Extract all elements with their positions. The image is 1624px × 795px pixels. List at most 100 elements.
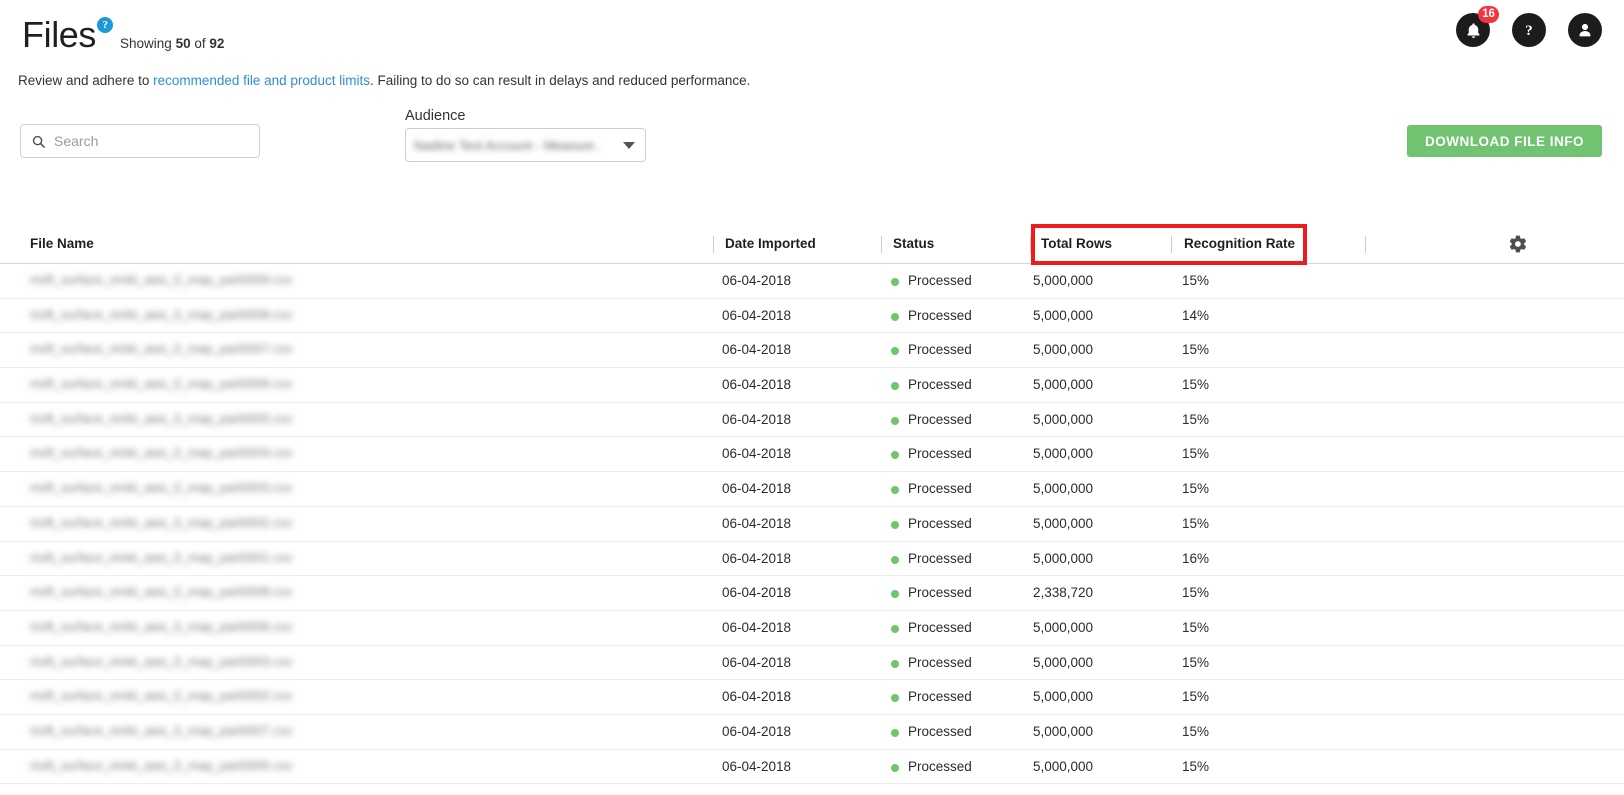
cell-date-imported: 06-04-2018 (722, 273, 792, 288)
table-row[interactable]: msft_surface_mnkt_aws_0_map_part0009.csv… (0, 264, 1624, 299)
showing-middle: of (194, 36, 206, 51)
cell-status: Processed (908, 758, 972, 774)
cell-date-imported: 06-04-2018 (722, 377, 792, 393)
cell-date-imported: 06-04-2018 (722, 411, 792, 427)
cell-recognition-rate: 16% (1182, 550, 1210, 566)
cell-status: Processed (908, 550, 972, 566)
cell-total-rows: 5,000,000 (1033, 273, 1094, 288)
table-row[interactable]: msft_surface_mnkt_aws_0_map_part0002.csv… (0, 507, 1624, 542)
header-icon-group: 16 ? (1456, 6, 1602, 47)
cell-file-name: msft_surface_mnkt_aws_0_map_part0008.csv (30, 585, 293, 600)
status-dot-icon (891, 382, 899, 391)
cell-total-rows: 5,000,000 (1033, 307, 1094, 323)
status-dot-icon (891, 728, 899, 737)
table-row[interactable]: msft_surface_mnkt_aws_0_map_part0004.csv… (0, 437, 1624, 473)
account-button[interactable] (1568, 13, 1602, 47)
cell-file-name: msft_surface_mnkt_aws_0_map_part0002.csv (30, 515, 293, 530)
cell-date-imported: 06-04-2018 (722, 654, 792, 670)
title-help-icon[interactable]: ? (97, 17, 114, 33)
status-dot-icon (891, 416, 899, 425)
table-row[interactable]: msft_surface_mnkt_aws_0_map_part0001.csv… (0, 542, 1624, 577)
cell-recognition-rate: 15% (1182, 585, 1210, 601)
cell-status: Processed (908, 619, 972, 635)
page-header: Files ? Showing 50 of 92 (22, 16, 224, 54)
table-row[interactable]: msft_surface_mnkt_aws_0_map_part0006.csv… (0, 611, 1624, 646)
cell-status: Processed (908, 723, 972, 739)
table-row[interactable]: msft_surface_mnkt_aws_0_map_part0008.csv… (0, 299, 1624, 334)
cell-file-name: msft_surface_mnkt_aws_0_map_part0009.csv (30, 273, 293, 287)
cell-file-name: msft_surface_mnkt_aws_0_map_part0002.csv (30, 689, 293, 704)
cell-date-imported: 06-04-2018 (722, 585, 792, 601)
cell-file-name: msft_surface_mnkt_aws_0_map_part0005.csv (30, 411, 293, 426)
cell-total-rows: 5,000,000 (1033, 758, 1094, 774)
column-divider[interactable] (1365, 236, 1366, 253)
table-row[interactable]: msft_surface_mnkt_aws_0_map_part0005.csv… (0, 403, 1624, 438)
table-row[interactable]: msft_surface_mnkt_aws_0_map_part0003.csv… (0, 646, 1624, 681)
cell-date-imported: 06-04-2018 (722, 723, 792, 739)
column-divider[interactable] (881, 236, 882, 253)
download-file-info-button[interactable]: DOWNLOAD FILE INFO (1407, 125, 1602, 157)
column-header-file-name[interactable]: File Name (30, 236, 94, 251)
column-header-date-imported[interactable]: Date Imported (725, 236, 816, 251)
showing-prefix: Showing (120, 36, 172, 51)
cell-status: Processed (908, 481, 972, 497)
column-divider[interactable] (713, 236, 714, 253)
column-header-recognition-rate[interactable]: Recognition Rate (1184, 236, 1295, 251)
table-row[interactable]: msft_surface_mnkt_aws_0_map_part0008.csv… (0, 576, 1624, 611)
cell-total-rows: 5,000,000 (1033, 515, 1094, 531)
cell-date-imported: 06-04-2018 (722, 342, 792, 358)
cell-status: Processed (908, 585, 972, 601)
table-settings-gear-button[interactable] (1508, 234, 1528, 259)
search-placeholder: Search (54, 133, 99, 149)
column-header-total-rows[interactable]: Total Rows (1041, 236, 1112, 251)
table-row[interactable]: msft_surface_mnkt_aws_0_map_part0006.csv… (0, 368, 1624, 403)
cell-date-imported: 06-04-2018 (722, 446, 792, 462)
cell-file-name: msft_surface_mnkt_aws_0_map_part0006.csv (30, 377, 293, 392)
cell-file-name: msft_surface_mnkt_aws_0_map_part0007.csv (30, 723, 293, 738)
audience-selected-value: Nadine Test Account - Measure . (414, 137, 602, 153)
table-row[interactable]: msft_surface_mnkt_aws_0_map_part0003.csv… (0, 472, 1624, 507)
cell-total-rows: 5,000,000 (1033, 689, 1094, 705)
search-icon (32, 135, 45, 148)
cell-file-name: msft_surface_mnkt_aws_0_map_part0003.csv (30, 654, 293, 669)
status-dot-icon (891, 278, 899, 286)
cell-recognition-rate: 15% (1182, 481, 1210, 497)
cell-file-name: msft_surface_mnkt_aws_0_map_part0004.csv (30, 446, 293, 461)
search-input[interactable]: Search (20, 124, 260, 158)
cell-recognition-rate: 15% (1182, 515, 1210, 531)
table-row[interactable]: msft_surface_mnkt_aws_0_map_part0005.csv… (0, 750, 1624, 785)
cell-date-imported: 06-04-2018 (722, 481, 792, 497)
cell-recognition-rate: 15% (1182, 654, 1210, 670)
files-table: File Name Date Imported Status Total Row… (0, 228, 1624, 795)
table-row[interactable]: msft_surface_mnkt_aws_0_map_part0002.csv… (0, 680, 1624, 715)
column-header-status[interactable]: Status (893, 236, 934, 251)
cell-total-rows: 5,000,000 (1033, 481, 1094, 497)
showing-count: 50 (175, 36, 191, 51)
column-divider[interactable] (1171, 236, 1172, 253)
files-page: 16 ? Files ? Showing 50 of 92 Review and… (0, 0, 1624, 795)
notifications-badge: 16 (1478, 6, 1499, 23)
status-dot-icon (891, 763, 899, 772)
cell-recognition-rate: 14% (1182, 307, 1210, 323)
showing-total: 92 (209, 36, 225, 51)
cell-file-name: msft_surface_mnkt_aws_0_map_part0007.csv (30, 342, 293, 357)
column-divider[interactable] (1030, 236, 1031, 253)
product-limits-link[interactable]: recommended file and product limits (153, 73, 370, 88)
cell-total-rows: 5,000,000 (1033, 550, 1094, 566)
audience-dropdown[interactable]: Nadine Test Account - Measure . (405, 128, 646, 162)
cell-date-imported: 06-04-2018 (722, 515, 792, 531)
cell-status: Processed (908, 689, 972, 705)
help-button[interactable]: ? (1512, 13, 1546, 47)
cell-total-rows: 5,000,000 (1033, 446, 1094, 462)
status-dot-icon (891, 347, 899, 356)
status-dot-icon (891, 694, 899, 703)
notifications-button[interactable]: 16 (1456, 6, 1499, 47)
cell-status: Processed (908, 307, 972, 323)
subtitle-after: . Failing to do so can result in delays … (369, 73, 751, 88)
status-dot-icon (891, 520, 899, 529)
audience-filter: Audience Nadine Test Account - Measure . (405, 108, 646, 162)
cell-recognition-rate: 15% (1182, 411, 1210, 427)
table-row[interactable]: msft_surface_mnkt_aws_0_map_part0007.csv… (0, 715, 1624, 750)
cell-total-rows: 5,000,000 (1033, 723, 1094, 739)
table-row[interactable]: msft_surface_mnkt_aws_0_map_part0007.csv… (0, 333, 1624, 369)
